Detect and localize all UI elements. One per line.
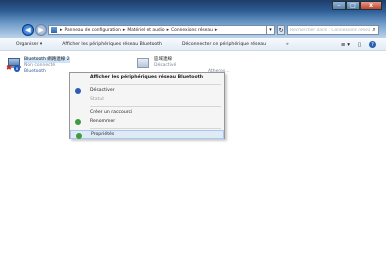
- shield-icon: [76, 132, 82, 139]
- menu-item-show-bluetooth[interactable]: Afficher les périphériques réseau Blueto…: [70, 73, 224, 83]
- menu-item-disable[interactable]: Désactiver: [70, 86, 224, 96]
- more-commands-button[interactable]: »: [286, 42, 289, 47]
- menu-item-label: Propriétés: [91, 131, 115, 137]
- preview-pane-button[interactable]: ▯: [358, 42, 361, 48]
- menu-separator: [90, 83, 221, 85]
- menu-item-status[interactable]: Statut: [70, 95, 224, 105]
- breadcrumb-separator: ▸: [214, 27, 218, 33]
- change-view-button[interactable]: ≡ ▾: [341, 42, 350, 48]
- device-adapter: Bluetooth: [24, 69, 46, 74]
- menu-item-label: Renommer: [90, 119, 116, 125]
- organize-menu[interactable]: Organiser ▾: [16, 42, 42, 47]
- breadcrumb-separator: ▸: [122, 27, 126, 33]
- show-bluetooth-devices-button[interactable]: Afficher les périphériques réseau Blueto…: [62, 42, 162, 47]
- context-menu: Afficher les périphériques réseau Blueto…: [69, 72, 225, 139]
- back-button[interactable]: ◀: [22, 24, 34, 36]
- shield-icon: [75, 119, 81, 125]
- menu-item-label: Désactiver: [90, 87, 115, 93]
- menu-item-label: Créer un raccourci: [90, 109, 133, 115]
- search-box[interactable]: Rechercher dans : Connexions réseau ⌕: [287, 25, 379, 35]
- device-item-bluetooth[interactable]: ✖ ʙ Bluetooth 網路連線 2 Non connecté Blueto…: [6, 57, 70, 75]
- breadcrumb-connections[interactable]: Connexions réseau: [171, 28, 213, 33]
- shield-icon: [75, 87, 81, 94]
- nav-buttons: ◀ ▶: [22, 24, 47, 36]
- bluetooth-icon: ʙ: [14, 65, 20, 72]
- view-controls: ≡ ▾ ▯ ?: [333, 41, 376, 48]
- breadcrumb-control-panel[interactable]: Panneau de configuration: [65, 28, 121, 33]
- refresh-button[interactable]: ↻: [277, 25, 285, 35]
- breadcrumb-separator: ▸: [60, 27, 63, 33]
- breadcrumb-hardware[interactable]: Matériel et audio: [127, 28, 164, 33]
- menu-separator: [90, 105, 221, 107]
- minimize-button[interactable]: –: [332, 1, 346, 10]
- menu-item-label: Afficher les périphériques réseau Blueto…: [90, 75, 204, 81]
- disconnect-device-button[interactable]: Déconnecter ce périphérique réseau: [182, 42, 266, 47]
- menu-item-create-shortcut[interactable]: Créer un raccourci: [70, 108, 224, 118]
- address-bar[interactable]: ▸ Panneau de configuration ▸ Matériel et…: [48, 25, 270, 35]
- menu-item-rename[interactable]: Renommer: [70, 117, 224, 127]
- command-bar: Organiser ▾ Afficher les périphériques r…: [0, 38, 386, 51]
- forward-button[interactable]: ▶: [35, 24, 47, 36]
- close-button[interactable]: x: [360, 1, 382, 10]
- help-icon[interactable]: ?: [369, 41, 376, 48]
- control-panel-icon: [51, 27, 57, 33]
- maximize-button[interactable]: □: [346, 1, 360, 10]
- address-history-dropdown[interactable]: ▾: [266, 25, 275, 35]
- menu-item-properties[interactable]: Propriétés: [70, 129, 224, 139]
- disconnected-x-icon: ✖: [6, 64, 12, 72]
- menu-item-label: Statut: [90, 97, 105, 103]
- breadcrumb-separator: ▸: [166, 27, 170, 33]
- bluetooth-network-icon: ✖ ʙ: [6, 57, 21, 72]
- network-adapter-icon: [136, 57, 150, 71]
- menu-separator: [90, 127, 221, 129]
- search-input[interactable]: Rechercher dans : Connexions réseau: [290, 28, 370, 33]
- search-icon[interactable]: ⌕: [370, 26, 378, 34]
- window-controls: – □ x: [332, 1, 382, 10]
